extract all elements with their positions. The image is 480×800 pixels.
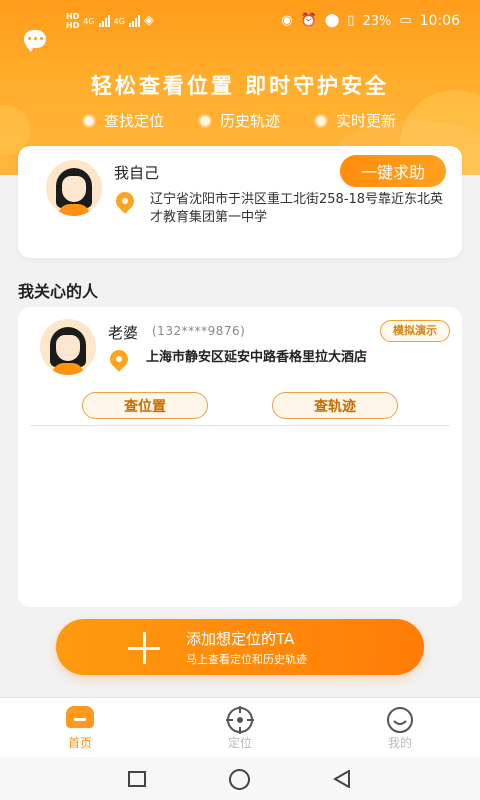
tab-label: 定位 — [227, 736, 252, 750]
network-type-2: 4G — [113, 16, 125, 26]
vibrate-icon: ▯ — [347, 13, 355, 28]
section-title: 我关心的人 — [18, 282, 99, 301]
add-contact-subtitle: 马上查看定位和历史轨迹 — [186, 653, 307, 666]
bullet-icon — [316, 115, 326, 126]
feature-item: 历史轨迹 — [199, 110, 280, 131]
wifi-icon: ◈ — [143, 13, 154, 28]
contact-name: 老婆 — [108, 324, 139, 342]
eye-icon: ◉ — [281, 13, 293, 28]
signal-area: HD HD 4G 4G ◈ — [66, 12, 154, 30]
recent-apps-icon[interactable] — [128, 771, 146, 787]
system-navigation-bar — [0, 757, 480, 800]
status-right: ◉ ⏰ ⬤ ▯ 23% ▭ 10:06 — [281, 13, 460, 29]
bottom-tab-bar: 首页 定位 我的 — [0, 697, 480, 757]
location-pin-icon — [106, 346, 132, 372]
target-icon — [226, 706, 254, 734]
demo-badge: 模拟演示 — [380, 320, 450, 342]
back-triangle-icon[interactable] — [333, 770, 351, 788]
contact-address: 上海市静安区延安中路香格里拉大酒店 — [146, 350, 368, 365]
feature-label: 历史轨迹 — [219, 112, 280, 130]
avatar — [46, 160, 102, 216]
add-contact-button[interactable]: 添加想定位的TA 马上查看定位和历史轨迹 — [56, 619, 424, 675]
avatar — [40, 319, 96, 375]
my-address: 辽宁省沈阳市于洪区重工北街258-18号靠近东北英才教育集团第一中学 — [150, 192, 444, 225]
feature-label: 查找定位 — [103, 112, 164, 130]
add-contact-title: 添加想定位的TA — [186, 630, 295, 648]
clock: 10:06 — [419, 13, 460, 29]
feature-label: 实时更新 — [336, 112, 397, 130]
bullet-icon — [199, 115, 210, 126]
tab-home[interactable]: 首页 — [20, 698, 140, 758]
check-track-button[interactable]: 查轨迹 — [272, 392, 398, 419]
check-location-button[interactable]: 查位置 — [82, 392, 208, 419]
contact-phone: (132****9876) — [152, 324, 246, 338]
alarm-icon: ⏰ — [300, 13, 317, 28]
bullet-icon — [83, 115, 94, 126]
tab-locate[interactable]: 定位 — [180, 698, 300, 758]
my-location-card[interactable]: 我自己 一键求助 辽宁省沈阳市于洪区重工北街258-18号靠近东北英才教育集团第… — [18, 146, 462, 258]
tab-label: 首页 — [67, 736, 92, 750]
plus-icon — [128, 632, 160, 664]
tab-profile[interactable]: 我的 — [340, 698, 460, 758]
divider — [30, 425, 450, 426]
home-circle-icon[interactable] — [229, 769, 250, 790]
battery-percent: 23% — [362, 13, 392, 29]
network-type-1: 4G — [83, 16, 95, 26]
slogan: 轻松查看位置 即时守护安全 — [90, 74, 390, 98]
feature-item: 实时更新 — [316, 110, 396, 131]
location-icon: ⬤ — [324, 13, 340, 28]
feature-item: 查找定位 — [83, 110, 164, 131]
status-bar: HD HD 4G 4G ◈ ◉ ⏰ ⬤ ▯ 23% ▭ 10:06 — [0, 0, 480, 44]
contact-card[interactable]: 老婆 (132****9876) 模拟演示 上海市静安区延安中路香格里拉大酒店 … — [18, 307, 462, 607]
signal-bars-icon — [128, 15, 140, 27]
battery-icon: ▭ — [399, 13, 412, 28]
sos-button[interactable]: 一键求助 — [340, 155, 446, 187]
smile-icon — [387, 707, 413, 733]
signal-bars-icon — [98, 15, 110, 27]
hd-badge: HD HD — [66, 12, 80, 30]
message-icon[interactable] — [24, 30, 46, 52]
home-icon — [66, 706, 94, 728]
my-name: 我自己 — [114, 164, 160, 182]
feature-list: 查找定位 历史轨迹 实时更新 — [0, 110, 480, 131]
location-pin-icon — [112, 188, 138, 214]
tab-label: 我的 — [387, 736, 412, 750]
